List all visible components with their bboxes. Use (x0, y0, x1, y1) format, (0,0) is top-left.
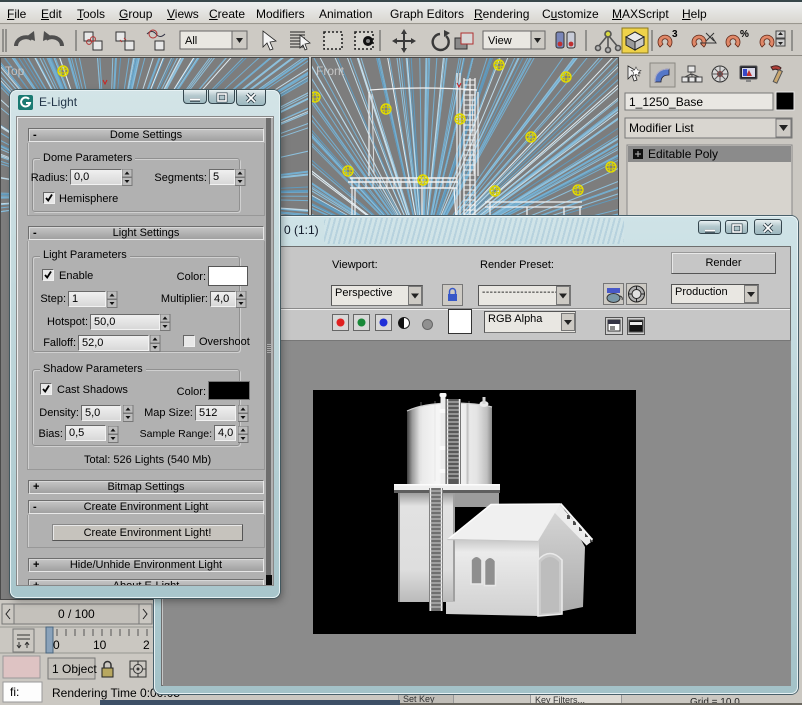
svg-text:Editable Poly: Editable Poly (648, 147, 718, 161)
svg-text:1_1250_Base: 1_1250_Base (629, 95, 703, 109)
svg-text:1 Object: 1 Object (52, 662, 97, 676)
svg-text:%: % (740, 29, 749, 40)
svg-text:All: All (185, 35, 197, 47)
svg-text:0: 0 (53, 638, 60, 652)
svg-text:View: View (488, 35, 512, 47)
svg-text:3: 3 (672, 29, 678, 40)
svg-text:fi:: fi: (10, 685, 19, 699)
svg-text:Modifier List: Modifier List (629, 121, 694, 135)
svg-text:0 / 100: 0 / 100 (58, 607, 95, 621)
svg-text:2: 2 (143, 638, 150, 652)
svg-text:10: 10 (93, 638, 107, 652)
